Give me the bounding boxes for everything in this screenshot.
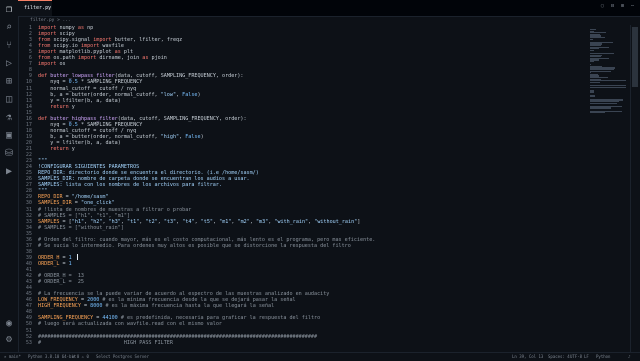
account-icon[interactable]: ◉ (3, 318, 15, 330)
minimap-line (590, 70, 611, 72)
status-branch[interactable]: ✕ main* (4, 353, 21, 360)
status-spaces[interactable]: Spaces: 4 (548, 353, 570, 360)
status-problems[interactable]: ⊗ 0 ⚠ 0 (72, 353, 89, 360)
terminal-icon[interactable]: ▶ (3, 166, 15, 178)
status-position[interactable]: Ln 39, Col 13 (512, 353, 543, 360)
minimap-line (590, 61, 595, 63)
files-icon[interactable]: ❐ (3, 4, 15, 16)
minimap-line (590, 38, 594, 40)
minimap[interactable] (588, 25, 628, 352)
minimap-line (590, 107, 611, 109)
minimap-line (590, 102, 617, 104)
tab-bar: filter.py × ▢ ⊟ ⊞ ⋯ (18, 0, 640, 17)
close-icon[interactable]: × (46, 1, 49, 15)
minimap-line (590, 96, 596, 98)
breadcrumb[interactable]: filter.py > ... (18, 16, 615, 25)
code-editor[interactable]: 1 import numpy as np 2 import scipy 3 from sc… (18, 25, 588, 352)
status-eol[interactable]: LF (584, 353, 589, 360)
code-token: # HIGH PASS FILTER (38, 339, 173, 346)
database-icon[interactable]: ⛁ (3, 148, 15, 160)
text-cursor (77, 254, 78, 260)
minimap-line (590, 81, 600, 83)
vertical-scrollbar[interactable] (630, 25, 639, 352)
code-text: # HIGH PASS FILTER (38, 340, 173, 347)
editor-actions[interactable]: ▢ ⊟ ⊞ ⋯ (601, 3, 636, 9)
status-encoding[interactable]: UTF-8 (570, 353, 582, 360)
source-control-icon[interactable]: ⑂ (3, 40, 15, 52)
tab-filter-py[interactable]: filter.py × (18, 0, 52, 16)
scrollbar-thumb[interactable] (632, 27, 638, 87)
minimap-line (590, 91, 594, 93)
docker-icon[interactable]: ▣ (3, 130, 15, 142)
status-language[interactable]: Python (596, 353, 610, 360)
minimap-line (590, 49, 595, 51)
status-python[interactable]: Python 3.8.10 64-bit (28, 353, 76, 360)
minimap-line (590, 86, 626, 88)
remote-icon[interactable]: ◫ (3, 94, 15, 106)
minimap-line (590, 112, 606, 114)
gear-icon[interactable]: ⚙ (3, 334, 15, 346)
code-line[interactable]: 53 # HIGH PASS FILTER (18, 340, 588, 347)
line-number: 53 (25, 339, 32, 346)
testing-icon[interactable]: ⚗ (3, 112, 15, 124)
extensions-icon[interactable]: ⊞ (3, 76, 15, 88)
bell-icon[interactable]: ♪ (628, 353, 630, 360)
activity-bar: ❐ ⌕ ⑂ ▷ ⊞ ◫ ⚗ ▣ ⛁ ▶ ◉ ⚙ (0, 0, 19, 352)
search-icon[interactable]: ⌕ (3, 22, 15, 34)
run-debug-icon[interactable]: ▷ (3, 58, 15, 70)
status-kernel[interactable]: Select Postgres Server (96, 353, 149, 360)
